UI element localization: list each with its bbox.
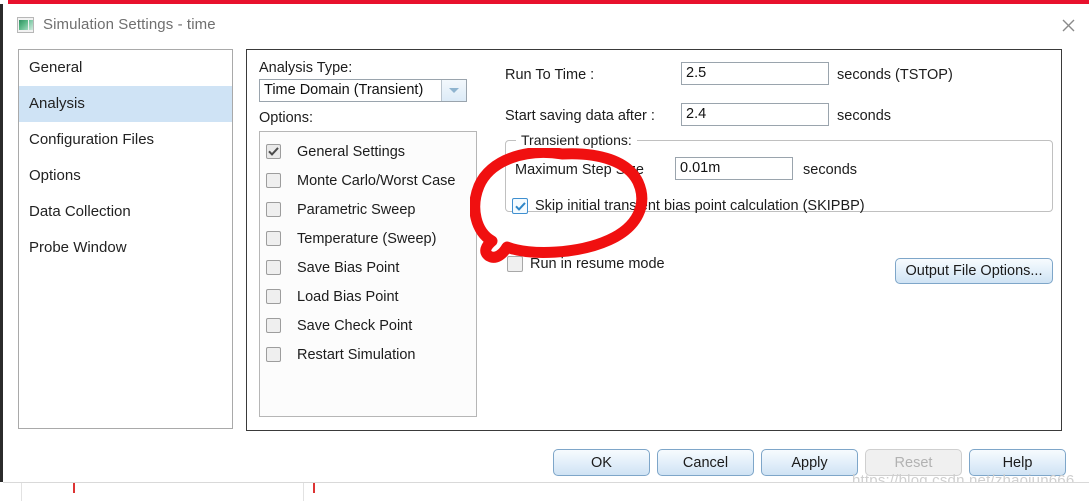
- option-label: Restart Simulation: [297, 346, 416, 363]
- ok-button[interactable]: OK: [553, 449, 650, 476]
- app-icon: [17, 17, 34, 33]
- resume-mode-checkbox-row[interactable]: Run in resume mode: [507, 256, 665, 272]
- run-to-time-label: Run To Time :: [505, 67, 595, 83]
- option-row-save-check-point[interactable]: Save Check Point: [260, 311, 476, 340]
- sidebar-item-probe-window[interactable]: Probe Window: [19, 230, 232, 266]
- maximum-step-size-label: Maximum Step Size: [515, 162, 644, 178]
- analysis-type-label: Analysis Type:: [259, 60, 353, 76]
- option-row-general-settings[interactable]: General Settings: [260, 137, 476, 166]
- analysis-options-list[interactable]: General Settings Monte Carlo/Worst Case …: [259, 131, 477, 417]
- transient-options-title: Transient options:: [516, 132, 637, 148]
- option-label: Load Bias Point: [297, 288, 399, 305]
- checkbox-save-bias-point[interactable]: [266, 260, 281, 275]
- sidebar-item-analysis[interactable]: Analysis: [19, 86, 232, 122]
- option-row-temperature-sweep[interactable]: Temperature (Sweep): [260, 224, 476, 253]
- option-row-save-bias-point[interactable]: Save Bias Point: [260, 253, 476, 282]
- checkbox-parametric-sweep[interactable]: [266, 202, 281, 217]
- analysis-type-value: Time Domain (Transient): [264, 82, 424, 98]
- option-label: Save Check Point: [297, 317, 413, 334]
- sidebar-item-options[interactable]: Options: [19, 158, 232, 194]
- start-saving-data-units: seconds: [837, 108, 892, 124]
- option-label: Monte Carlo/Worst Case: [297, 172, 456, 189]
- resume-mode-label: Run in resume mode: [530, 256, 665, 272]
- sidebar-item-data-collection[interactable]: Data Collection: [19, 194, 232, 230]
- checkbox-temperature-sweep[interactable]: [266, 231, 281, 246]
- chevron-down-icon[interactable]: [441, 80, 466, 101]
- run-to-time-input[interactable]: 2.5: [681, 62, 829, 85]
- checkbox-restart-simulation[interactable]: [266, 347, 281, 362]
- checkbox-run-in-resume-mode[interactable]: [507, 256, 523, 272]
- option-label: Parametric Sweep: [297, 201, 416, 218]
- analysis-type-dropdown[interactable]: Time Domain (Transient): [259, 79, 467, 102]
- title-bar: Simulation Settings - time: [3, 4, 1089, 42]
- checkbox-monte-carlo-worst-case[interactable]: [266, 173, 281, 188]
- options-label: Options:: [259, 110, 313, 126]
- sidebar-item-general[interactable]: General: [19, 50, 232, 86]
- maximum-step-size-input[interactable]: 0.01m: [675, 157, 793, 180]
- checkbox-load-bias-point[interactable]: [266, 289, 281, 304]
- skipbp-label: Skip initial transient bias point calcul…: [535, 198, 865, 214]
- settings-category-list[interactable]: General Analysis Configuration Files Opt…: [18, 49, 233, 429]
- option-row-monte-carlo-worst-case[interactable]: Monte Carlo/Worst Case: [260, 166, 476, 195]
- bottom-strip: [3, 482, 1089, 501]
- option-row-parametric-sweep[interactable]: Parametric Sweep: [260, 195, 476, 224]
- analysis-settings-panel: Analysis Type: Time Domain (Transient) O…: [246, 49, 1062, 431]
- maximum-step-size-units: seconds: [803, 162, 858, 178]
- skipbp-checkbox-row[interactable]: Skip initial transient bias point calcul…: [512, 198, 865, 214]
- start-saving-data-input[interactable]: 2.4: [681, 103, 829, 126]
- close-icon[interactable]: [1053, 12, 1083, 38]
- checkbox-skipbp[interactable]: [512, 198, 528, 214]
- window-title: Simulation Settings - time: [43, 16, 216, 33]
- sidebar-item-configuration-files[interactable]: Configuration Files: [19, 122, 232, 158]
- output-file-options-button[interactable]: Output File Options...: [895, 258, 1053, 284]
- option-label: Temperature (Sweep): [297, 230, 437, 247]
- option-row-restart-simulation[interactable]: Restart Simulation: [260, 340, 476, 369]
- option-label: General Settings: [297, 143, 406, 160]
- option-row-load-bias-point[interactable]: Load Bias Point: [260, 282, 476, 311]
- apply-button[interactable]: Apply: [761, 449, 858, 476]
- option-label: Save Bias Point: [297, 259, 400, 276]
- start-saving-data-label: Start saving data after :: [505, 108, 655, 124]
- cancel-button[interactable]: Cancel: [657, 449, 754, 476]
- checkbox-save-check-point[interactable]: [266, 318, 281, 333]
- run-to-time-units: seconds (TSTOP): [837, 67, 953, 83]
- checkbox-general-settings[interactable]: [266, 144, 281, 159]
